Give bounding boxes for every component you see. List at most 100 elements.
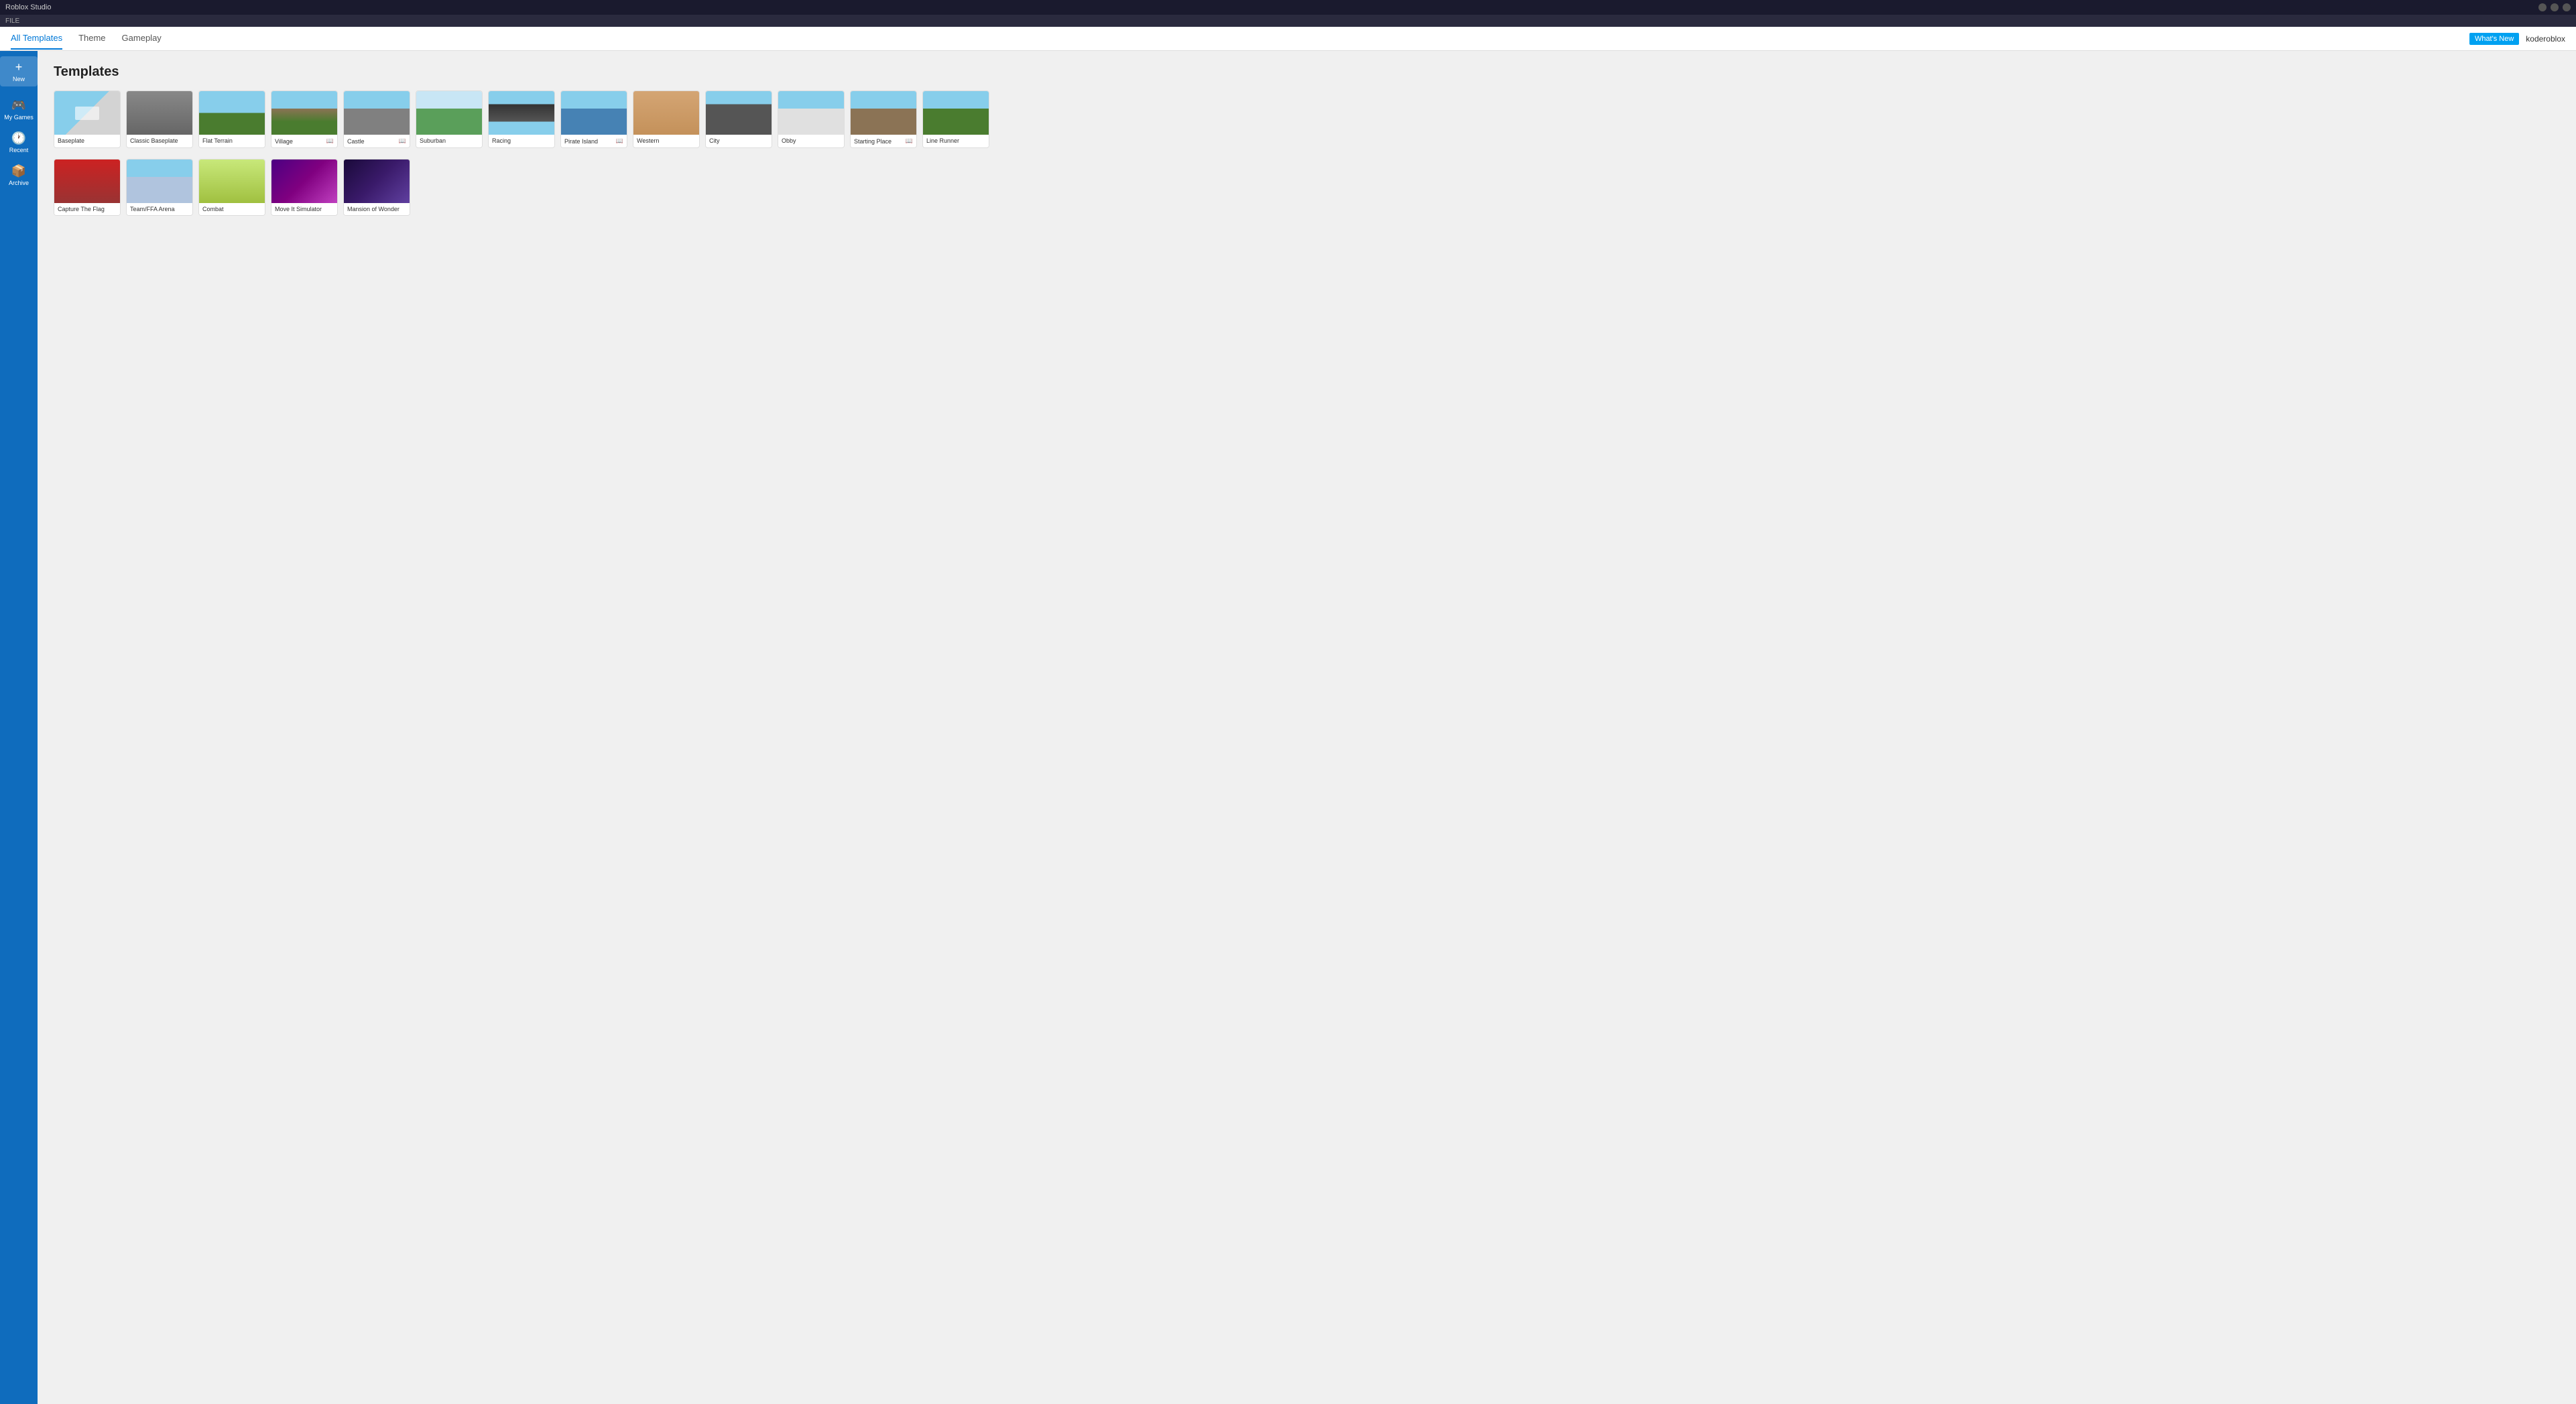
- template-label-row: Team/FFA Arena: [127, 203, 192, 215]
- template-card[interactable]: Pirate Island📖: [560, 90, 627, 148]
- template-thumbnail: [561, 91, 627, 135]
- menubar: FILE: [0, 15, 2576, 27]
- sidebar-item-new[interactable]: + New: [0, 56, 38, 86]
- template-card[interactable]: Combat: [198, 159, 265, 216]
- template-card[interactable]: Flat Terrain: [198, 90, 265, 148]
- main-layout: + New 🎮 My Games 🕐 Recent 📦 Archive Temp…: [0, 51, 2576, 1404]
- book-icon: 📖: [906, 137, 913, 145]
- template-label-row: Capture The Flag: [54, 203, 120, 215]
- sidebar: + New 🎮 My Games 🕐 Recent 📦 Archive: [0, 51, 38, 1404]
- topbar-right: What's New koderoblox: [2469, 33, 2565, 45]
- template-label: Racing: [492, 137, 551, 144]
- template-label-row: Castle📖: [344, 135, 410, 147]
- templates-grid: Baseplate Classic Baseplate Flat Terrain Vi…: [54, 90, 2560, 216]
- window-controls: [2538, 3, 2571, 11]
- template-label: Move It Simulator: [275, 206, 334, 212]
- template-card[interactable]: Baseplate: [54, 90, 121, 148]
- template-label: Obby: [782, 137, 841, 144]
- template-card[interactable]: City: [705, 90, 772, 148]
- template-label-row: Starting Place📖: [851, 135, 916, 147]
- template-card[interactable]: Western: [633, 90, 700, 148]
- template-label-row: Mansion of Wonder: [344, 203, 410, 215]
- template-label-row: Flat Terrain: [199, 135, 265, 147]
- maximize-button[interactable]: [2551, 3, 2559, 11]
- template-card[interactable]: Suburban: [416, 90, 483, 148]
- page-title: Templates: [54, 64, 2560, 80]
- template-thumbnail: [199, 91, 265, 135]
- sidebar-item-archive[interactable]: 📦 Archive: [0, 160, 38, 190]
- template-label-row: Combat: [199, 203, 265, 215]
- template-label: Combat: [202, 206, 261, 212]
- sidebar-label-recent: Recent: [9, 147, 29, 153]
- template-label: Flat Terrain: [202, 137, 261, 144]
- archive-icon: 📦: [11, 164, 26, 178]
- tab-gameplay[interactable]: Gameplay: [122, 27, 162, 50]
- template-card[interactable]: Classic Baseplate: [126, 90, 193, 148]
- template-thumbnail: [127, 159, 192, 203]
- template-thumbnail: [54, 159, 120, 203]
- template-label: Team/FFA Arena: [130, 206, 189, 212]
- tab-all-templates[interactable]: All Templates: [11, 27, 62, 50]
- topbar: All Templates Theme Gameplay What's New …: [0, 27, 2576, 51]
- template-label: Pirate Island: [564, 138, 615, 145]
- template-label: Castle: [347, 138, 397, 145]
- template-card[interactable]: Racing: [488, 90, 555, 148]
- template-label: Village: [275, 138, 325, 145]
- template-thumbnail: [706, 91, 772, 135]
- template-thumbnail: [127, 91, 192, 135]
- template-card[interactable]: Obby: [778, 90, 845, 148]
- template-label-row: Classic Baseplate: [127, 135, 192, 147]
- template-card[interactable]: Team/FFA Arena: [126, 159, 193, 216]
- book-icon: 📖: [399, 137, 406, 145]
- template-label-row: Move It Simulator: [271, 203, 337, 215]
- template-card[interactable]: Village📖: [271, 90, 338, 148]
- content-area: Templates Baseplate Classic Baseplate Flat…: [38, 51, 2576, 1404]
- template-label: Western: [637, 137, 696, 144]
- template-card[interactable]: Castle📖: [343, 90, 410, 148]
- tab-theme[interactable]: Theme: [78, 27, 105, 50]
- template-label: City: [709, 137, 768, 144]
- book-icon: 📖: [616, 137, 623, 145]
- titlebar: Roblox Studio: [0, 0, 2576, 15]
- sidebar-label-new: New: [13, 76, 25, 82]
- template-label: Capture The Flag: [58, 206, 117, 212]
- template-thumbnail: [778, 91, 844, 135]
- template-thumbnail: [271, 91, 337, 135]
- template-thumbnail: [633, 91, 699, 135]
- template-label: Line Runner: [926, 137, 985, 144]
- template-thumbnail: [54, 91, 120, 135]
- menu-file[interactable]: FILE: [5, 17, 19, 25]
- minimize-button[interactable]: [2538, 3, 2547, 11]
- whats-new-button[interactable]: What's New: [2469, 33, 2519, 45]
- sidebar-label-archive: Archive: [9, 180, 29, 186]
- template-thumbnail: [416, 91, 482, 135]
- template-label-row: City: [706, 135, 772, 147]
- username-display: koderoblox: [2526, 34, 2565, 44]
- games-icon: 🎮: [11, 99, 26, 113]
- sidebar-item-mygames[interactable]: 🎮 My Games: [0, 94, 38, 125]
- template-thumbnail: [344, 159, 410, 203]
- template-label: Mansion of Wonder: [347, 206, 406, 212]
- template-thumbnail: [489, 91, 554, 135]
- template-label-row: Obby: [778, 135, 844, 147]
- template-label-row: Racing: [489, 135, 554, 147]
- template-label-row: Line Runner: [923, 135, 989, 147]
- template-card[interactable]: Move It Simulator: [271, 159, 338, 216]
- template-thumbnail: [344, 91, 410, 135]
- close-button[interactable]: [2563, 3, 2571, 11]
- template-thumbnail: [199, 159, 265, 203]
- book-icon: 📖: [326, 137, 334, 145]
- sidebar-item-recent[interactable]: 🕐 Recent: [0, 127, 38, 157]
- clock-icon: 🕐: [11, 131, 26, 145]
- template-thumbnail: [851, 91, 916, 135]
- template-card[interactable]: Capture The Flag: [54, 159, 121, 216]
- app-title: Roblox Studio: [5, 3, 52, 11]
- template-card[interactable]: Mansion of Wonder: [343, 159, 410, 216]
- template-label-row: Suburban: [416, 135, 482, 147]
- template-label: Baseplate: [58, 137, 117, 144]
- template-card[interactable]: Starting Place📖: [850, 90, 917, 148]
- template-label: Suburban: [420, 137, 479, 144]
- template-thumbnail: [271, 159, 337, 203]
- template-label: Classic Baseplate: [130, 137, 189, 144]
- template-card[interactable]: Line Runner: [922, 90, 989, 148]
